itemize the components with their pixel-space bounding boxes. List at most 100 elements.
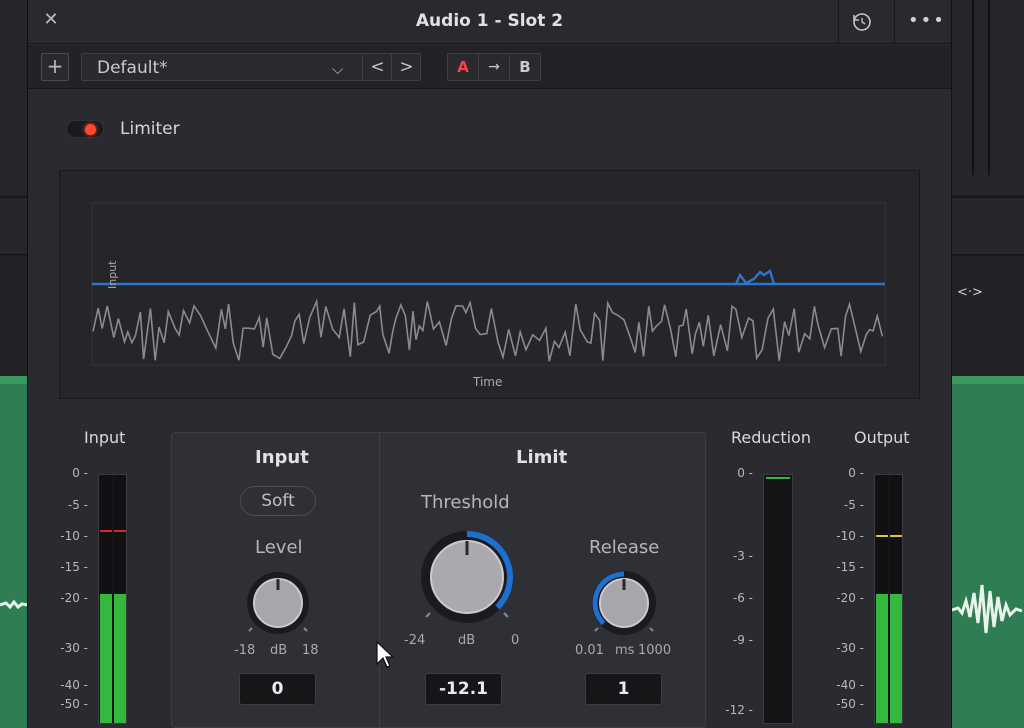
release-max-label: 1000	[638, 643, 672, 658]
window-title: Audio 1 - Slot 2	[415, 11, 564, 31]
preset-toolbar: + Default* ⌵ < > A → B	[28, 45, 951, 89]
input-meter-title: Input	[84, 428, 126, 447]
meter-tick-label: -12 -	[725, 703, 753, 717]
background-lane	[950, 256, 1024, 376]
level-value-field[interactable]: 0	[239, 673, 316, 705]
copy-a-to-b-button[interactable]: →	[479, 54, 510, 80]
meter-tick-label: -15 -	[836, 560, 864, 574]
input-meter-level	[100, 594, 112, 723]
level-label: Level	[255, 537, 303, 558]
background-lane	[0, 256, 30, 376]
more-icon[interactable]: •••	[908, 10, 946, 31]
previous-preset-button[interactable]: <	[362, 54, 392, 80]
graph-plot	[91, 202, 886, 366]
meter-tick-label: -30 -	[836, 641, 864, 655]
meter-tick-label: -40 -	[836, 678, 864, 692]
release-value-field[interactable]: 1	[585, 673, 662, 705]
add-preset-button[interactable]: +	[41, 53, 69, 81]
release-unit-label: ms	[615, 643, 635, 658]
meter-tick-label: -20 -	[60, 591, 88, 605]
release-min-label: 0.01	[575, 643, 604, 658]
title-bar-divider	[838, 0, 839, 44]
meter-tick-label: -30 -	[60, 641, 88, 655]
a-setting-button[interactable]: A	[448, 54, 479, 80]
input-meter	[98, 474, 127, 724]
controls-panel: Input Soft Level -18 dB 18 0 Limit Thres…	[171, 432, 706, 728]
meter-tick-label: -3 -	[732, 549, 753, 563]
meter-tick-label: 0 -	[848, 466, 864, 480]
title-bar-divider	[894, 0, 895, 44]
background-lane	[0, 197, 30, 255]
meter-tick-label: -40 -	[60, 678, 88, 692]
meter-tick-label: -15 -	[60, 560, 88, 574]
meter-tick-label: -20 -	[836, 591, 864, 605]
meter-tick-label: -10 -	[836, 529, 864, 543]
meter-tick-label: 0 -	[737, 466, 753, 480]
preset-value: Default*	[97, 58, 168, 78]
input-peak-marker	[100, 529, 112, 532]
background-track-divider	[972, 0, 974, 175]
section-divider	[379, 433, 380, 728]
background-audio-clip	[0, 376, 30, 728]
output-peak-marker	[876, 534, 888, 537]
limit-section-title: Limit	[516, 447, 568, 468]
input-meter-level	[114, 594, 126, 723]
reduction-level-marker	[766, 477, 790, 479]
input-section-title: Input	[255, 447, 309, 468]
mouse-cursor-icon	[376, 640, 395, 668]
meter-tick-label: -50 -	[836, 697, 864, 711]
input-meter-left-channel	[100, 475, 112, 723]
output-peak-marker	[890, 534, 902, 537]
preset-dropdown[interactable]: Default* ⌵ < >	[81, 53, 421, 81]
limiter-graph: Input Time	[59, 170, 920, 399]
resize-arrows-icon[interactable]: <·>	[957, 285, 983, 300]
output-meter-right-channel	[890, 475, 902, 723]
chevron-down-icon: ⌵	[332, 60, 344, 78]
background-audio-clip	[950, 376, 1024, 728]
b-setting-button[interactable]: B	[510, 54, 540, 80]
output-meter-level	[876, 594, 888, 723]
next-preset-button[interactable]: >	[391, 54, 421, 80]
threshold-knob[interactable]	[412, 525, 522, 635]
soft-clip-button[interactable]: Soft	[240, 486, 316, 516]
output-meter-left-channel	[876, 475, 888, 723]
level-unit-label: dB	[270, 643, 288, 658]
input-meter-right-channel	[114, 475, 126, 723]
release-label: Release	[589, 537, 660, 558]
reset-icon[interactable]	[851, 11, 873, 33]
background-lane	[0, 0, 30, 195]
release-knob[interactable]	[584, 568, 664, 648]
ab-compare-group: A → B	[447, 53, 541, 81]
threshold-max-label: 0	[511, 633, 520, 648]
graph-x-axis-label: Time	[473, 375, 503, 389]
level-knob[interactable]	[238, 568, 318, 648]
title-bar: ✕ Audio 1 - Slot 2 •••	[28, 0, 951, 44]
meter-tick-label: -6 -	[732, 591, 753, 605]
meter-tick-label: -9 -	[732, 633, 753, 647]
background-waveform	[0, 599, 29, 610]
limiter-enable-toggle[interactable]	[66, 120, 104, 138]
background-waveform	[951, 584, 1023, 634]
reduction-meter	[763, 474, 793, 724]
limiter-plugin-window: ✕ Audio 1 - Slot 2 ••• + Default* ⌵ < > …	[27, 0, 952, 728]
graph-y-axis-label: Input	[106, 260, 119, 289]
threshold-value-field[interactable]: -12.1	[425, 673, 502, 705]
meter-tick-label: -5 -	[843, 498, 864, 512]
meter-tick-label: -5 -	[67, 498, 88, 512]
threshold-unit-label: dB	[458, 633, 476, 648]
meter-tick-label: -50 -	[60, 697, 88, 711]
output-meter-title: Output	[854, 428, 910, 447]
input-peak-marker	[114, 529, 126, 532]
level-max-label: 18	[302, 643, 319, 658]
output-meter-level	[890, 594, 902, 723]
threshold-label: Threshold	[421, 492, 510, 513]
toggle-indicator	[85, 124, 96, 135]
input-signal-trace	[92, 298, 884, 362]
signal-over-threshold	[734, 269, 776, 285]
threshold-min-label: -24	[404, 633, 426, 648]
limiter-label: Limiter	[120, 119, 180, 139]
meter-tick-label: 0 -	[72, 466, 88, 480]
output-meter	[874, 474, 903, 724]
reduction-meter-title: Reduction	[731, 428, 811, 447]
meter-tick-label: -10 -	[60, 529, 88, 543]
